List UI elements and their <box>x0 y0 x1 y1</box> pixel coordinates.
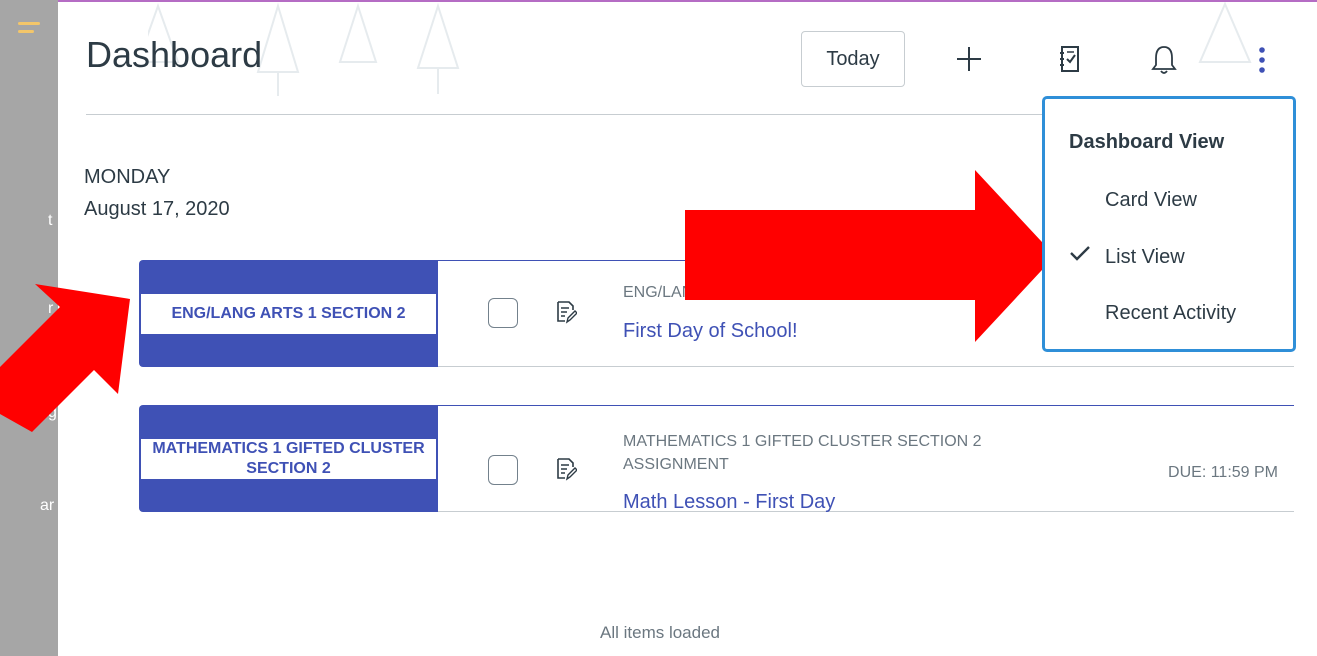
nav-label-fragment[interactable]: ar <box>40 497 54 515</box>
complete-checkbox[interactable] <box>488 455 518 485</box>
page-title: Dashboard <box>86 34 263 75</box>
menu-option-list-view[interactable]: List View <box>1105 246 1185 269</box>
kebab-menu-icon[interactable] <box>1256 44 1268 76</box>
hamburger-icon[interactable] <box>18 22 40 38</box>
header-divider <box>86 114 1046 115</box>
menu-option-card-view[interactable]: Card View <box>1105 189 1197 212</box>
dashboard-view-menu: Dashboard View Card View List View Recen… <box>1042 96 1296 352</box>
item-title-link[interactable]: Math Lesson - First Day <box>623 491 835 514</box>
today-button[interactable]: Today <box>801 31 905 87</box>
assignment-icon <box>557 301 577 324</box>
complete-checkbox[interactable] <box>488 298 518 328</box>
item-context: MATHEMATICS 1 GIFTED CLUSTER SECTION 2 <box>623 433 982 450</box>
nav-label-fragment[interactable]: t <box>48 212 52 230</box>
tree-decoration <box>1198 2 1252 63</box>
course-header[interactable]: MATHEMATICS 1 GIFTED CLUSTER SECTION 2 <box>139 405 438 512</box>
menu-heading: Dashboard View <box>1069 131 1225 153</box>
checkmark-icon <box>1070 246 1090 261</box>
row-divider <box>438 511 1294 512</box>
due-time: DUE: 11:59 PM <box>1168 464 1278 481</box>
day-date: August 17, 2020 <box>84 198 230 220</box>
annotation-arrow <box>685 170 1055 342</box>
menu-option-recent-activity[interactable]: Recent Activity <box>1105 302 1236 325</box>
plus-icon[interactable] <box>955 45 983 73</box>
all-items-loaded: All items loaded <box>600 623 721 642</box>
course-name[interactable]: ENG/LANG ARTS 1 SECTION 2 <box>141 294 436 334</box>
course-name[interactable]: MATHEMATICS 1 GIFTED CLUSTER SECTION 2 <box>141 439 436 479</box>
row-divider <box>438 405 1294 406</box>
annotation-arrow <box>0 284 130 432</box>
item-context: ASSIGNMENT <box>623 456 729 473</box>
bell-icon[interactable] <box>1150 44 1178 76</box>
planner-item: MATHEMATICS 1 GIFTED CLUSTER SECTION 2 M… <box>139 405 1294 514</box>
row-divider <box>438 366 1294 367</box>
course-header[interactable]: ENG/LANG ARTS 1 SECTION 2 <box>139 260 438 367</box>
day-weekday: MONDAY <box>84 166 171 188</box>
assignment-icon <box>557 458 577 481</box>
checklist-icon[interactable] <box>1059 44 1081 74</box>
